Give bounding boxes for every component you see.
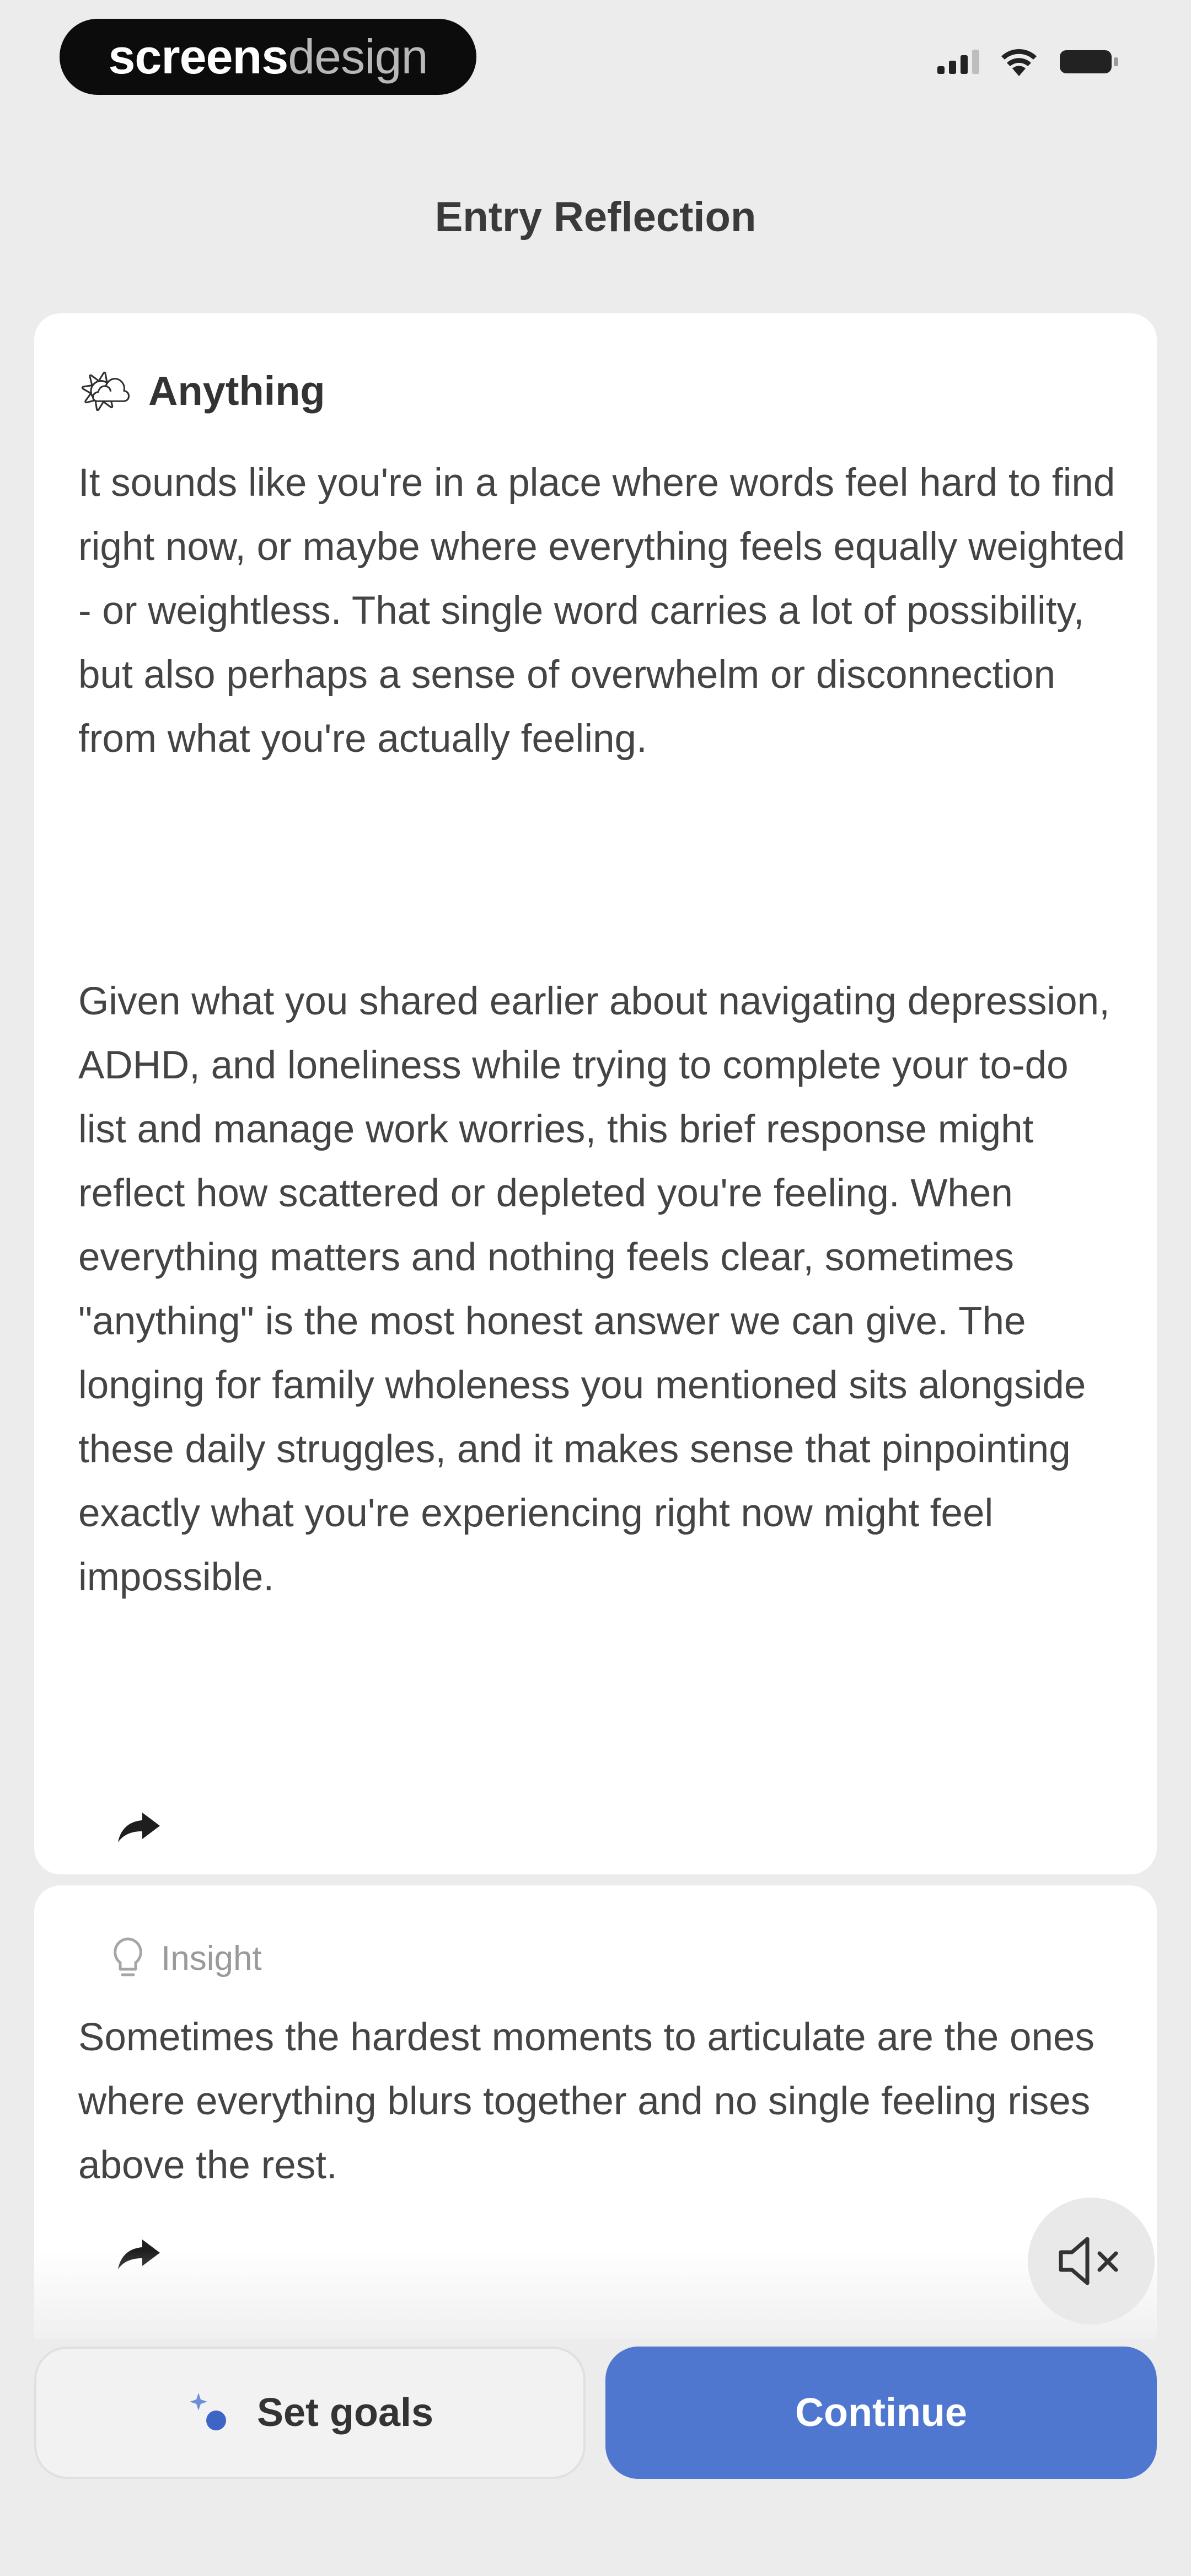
sparkle-icon (189, 2393, 226, 2430)
continue-label: Continue (795, 2391, 967, 2435)
sun-behind-cloud-emoji-icon: 🌤 (78, 366, 133, 415)
set-goals-label: Set goals (256, 2391, 434, 2435)
insight-text: Sometimes the hardest moments to articul… (78, 2016, 1095, 2187)
entry-reflection-screen: screens design Entry Reflection 🌤 Anythi… (0, 0, 1191, 2576)
wifi-icon (1001, 49, 1037, 76)
reflection-paragraph-1: It sounds like you're in a place where w… (78, 461, 1125, 761)
status-bar: screens design (0, 0, 1191, 116)
reflection-paragraph-2: Given what you shared earlier about navi… (78, 980, 1110, 1599)
reflection-heading-text: Anything (148, 368, 325, 414)
lightbulb-icon (114, 1937, 142, 1976)
watermark-light-text: design (288, 29, 428, 84)
reflection-card: 🌤 Anything It sounds like you're in a pl… (34, 313, 1157, 1874)
battery-icon (1060, 50, 1118, 73)
insight-label-text: Insight (161, 1939, 262, 1978)
speaker-muted-icon (1059, 2237, 1118, 2285)
signal-icon (937, 50, 979, 74)
continue-button[interactable]: Continue (605, 2347, 1157, 2479)
share-arrow-icon (118, 1813, 160, 1842)
reflection-share-button[interactable] (111, 1799, 167, 1854)
page-title: Entry Reflection (434, 194, 757, 241)
watermark-bold-text: screens (108, 29, 288, 84)
mute-audio-button[interactable] (1028, 2198, 1155, 2324)
bottom-action-bar: Set goals Continue (0, 2339, 1191, 2576)
set-goals-button[interactable]: Set goals (34, 2347, 586, 2479)
status-icons (937, 46, 1119, 77)
reflection-heading: 🌤 Anything (78, 367, 325, 414)
screensdesign-watermark: screens design (60, 19, 476, 95)
insight-label: Insight (111, 1936, 262, 1980)
